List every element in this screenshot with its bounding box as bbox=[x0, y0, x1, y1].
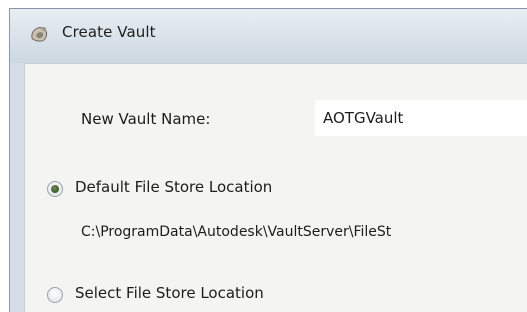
default-location-label[interactable]: Default File Store Location bbox=[75, 178, 272, 196]
select-location-radio[interactable] bbox=[47, 287, 63, 303]
vault-app-icon bbox=[31, 27, 48, 42]
title-bar[interactable]: Create Vault bbox=[10, 9, 527, 63]
create-vault-dialog: Create Vault New Vault Name: Default Fil… bbox=[9, 8, 527, 312]
vault-name-input[interactable] bbox=[315, 100, 527, 136]
vault-name-label: New Vault Name: bbox=[81, 110, 211, 128]
dialog-content: New Vault Name: Default File Store Locat… bbox=[24, 63, 527, 312]
select-location-label[interactable]: Select File Store Location bbox=[75, 284, 264, 302]
default-file-store-path: C:\ProgramData\Autodesk\VaultServer\File… bbox=[81, 224, 392, 240]
window-title: Create Vault bbox=[62, 23, 156, 41]
default-location-radio[interactable] bbox=[47, 181, 63, 197]
